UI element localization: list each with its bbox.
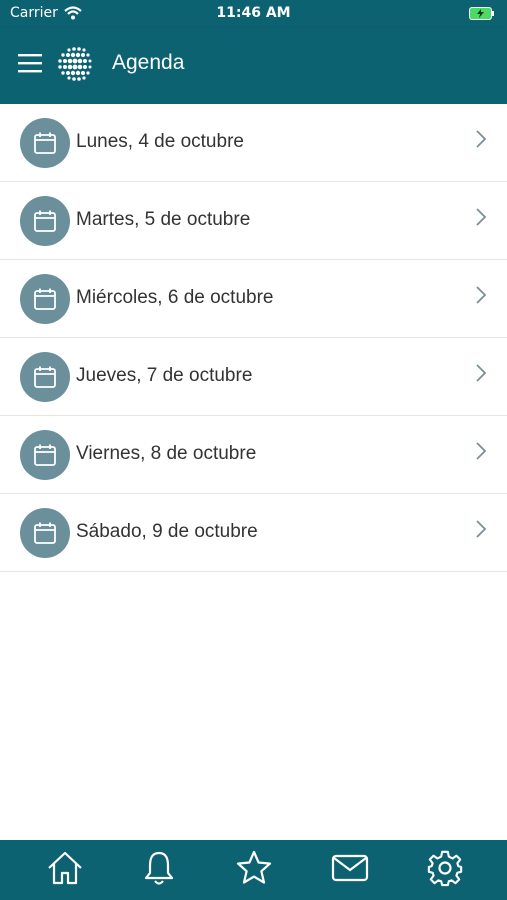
agenda-list: Lunes, 4 de octubre Martes, 5 de octubre… [0, 104, 507, 572]
menu-button[interactable] [18, 53, 42, 73]
gear-icon [427, 850, 463, 887]
status-bar: Carrier 11:46 AM [0, 0, 507, 28]
agenda-day-row[interactable]: Miércoles, 6 de octubre [0, 260, 507, 338]
agenda-day-label: Jueves, 7 de octubre [76, 365, 253, 386]
calendar-icon [20, 508, 70, 558]
agenda-day-row[interactable]: Lunes, 4 de octubre [0, 104, 507, 182]
battery-icon [469, 7, 495, 24]
chevron-right-icon [476, 442, 487, 460]
calendar-icon [20, 274, 70, 324]
calendar-icon [20, 352, 70, 402]
bell-icon [144, 851, 174, 885]
tab-home[interactable] [45, 848, 85, 888]
app-header: Agenda [0, 28, 507, 104]
tab-messages[interactable] [330, 848, 370, 888]
agenda-day-row[interactable]: Viernes, 8 de octubre [0, 416, 507, 494]
agenda-day-row[interactable]: Jueves, 7 de octubre [0, 338, 507, 416]
chevron-right-icon [476, 520, 487, 538]
agenda-day-label: Miércoles, 6 de octubre [76, 287, 274, 308]
tab-favorites[interactable] [234, 848, 274, 888]
agenda-day-label: Lunes, 4 de octubre [76, 131, 244, 152]
chevron-right-icon [476, 130, 487, 148]
agenda-day-label: Viernes, 8 de octubre [76, 443, 257, 464]
chevron-right-icon [476, 364, 487, 382]
agenda-day-label: Martes, 5 de octubre [76, 209, 251, 230]
chevron-right-icon [476, 286, 487, 304]
app-logo-icon [55, 44, 95, 82]
bottom-tab-bar [0, 840, 507, 900]
home-icon [48, 851, 82, 885]
agenda-day-row[interactable]: Sábado, 9 de octubre [0, 494, 507, 572]
tab-settings[interactable] [425, 848, 465, 888]
calendar-icon [20, 118, 70, 168]
chevron-right-icon [476, 208, 487, 226]
hamburger-icon [18, 54, 42, 73]
calendar-icon [20, 196, 70, 246]
clock: 11:46 AM [216, 5, 291, 21]
agenda-day-label: Sábado, 9 de octubre [76, 521, 258, 542]
mail-icon [331, 854, 369, 882]
page-title: Agenda [112, 51, 185, 74]
star-icon [236, 850, 272, 884]
tab-notifications[interactable] [139, 848, 179, 888]
calendar-icon [20, 430, 70, 480]
agenda-day-row[interactable]: Martes, 5 de octubre [0, 182, 507, 260]
